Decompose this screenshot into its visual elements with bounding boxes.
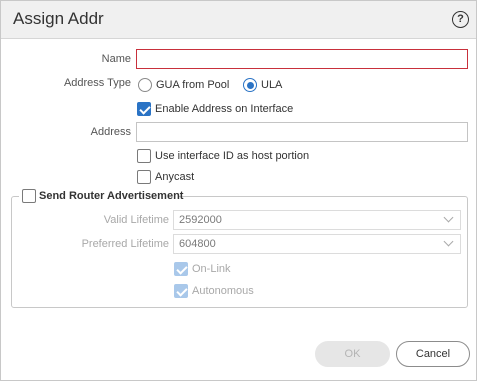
on-link-checkbox[interactable] <box>174 262 188 276</box>
anycast-checkbox[interactable] <box>137 170 151 184</box>
use-interface-id-label: Use interface ID as host portion <box>155 150 310 162</box>
anycast-label: Anycast <box>155 171 195 183</box>
ok-button[interactable]: OK <box>315 341 390 367</box>
cancel-button[interactable]: Cancel <box>396 341 470 367</box>
address-input[interactable] <box>136 122 468 142</box>
valid-lifetime-label: Valid Lifetime <box>103 214 169 226</box>
on-link-label: On-Link <box>192 263 231 275</box>
chevron-down-icon <box>443 212 454 223</box>
valid-lifetime-select[interactable]: 2592000 <box>173 210 461 230</box>
radio-ula[interactable] <box>243 78 257 92</box>
autonomous-checkbox[interactable] <box>174 284 188 298</box>
radio-gua-from-pool-label: GUA from Pool <box>156 79 230 91</box>
help-icon[interactable]: ? <box>452 11 469 28</box>
assign-addr-dialog: Assign Addr ? Name Address Type GUA from… <box>0 0 477 381</box>
radio-gua-from-pool[interactable] <box>138 78 152 92</box>
address-type-label: Address Type <box>63 77 131 89</box>
valid-lifetime-value: 2592000 <box>179 214 222 226</box>
send-router-advertisement-checkbox[interactable] <box>22 189 36 203</box>
use-interface-id-checkbox[interactable] <box>137 149 151 163</box>
dialog-title: Assign Addr <box>13 9 104 28</box>
dialog-titlebar: Assign Addr ? <box>1 1 476 39</box>
preferred-lifetime-select[interactable]: 604800 <box>173 234 461 254</box>
enable-address-label: Enable Address on Interface <box>155 103 294 115</box>
name-label: Name <box>101 53 131 65</box>
send-router-advertisement-label: Send Router Advertisement <box>39 190 184 202</box>
radio-ula-label: ULA <box>261 79 283 91</box>
preferred-lifetime-value: 604800 <box>179 238 216 250</box>
preferred-lifetime-label: Preferred Lifetime <box>81 238 169 250</box>
enable-address-checkbox[interactable] <box>137 102 151 116</box>
address-label: Address <box>90 126 131 138</box>
autonomous-label: Autonomous <box>192 285 254 297</box>
name-input[interactable] <box>136 49 468 69</box>
chevron-down-icon <box>443 236 454 247</box>
